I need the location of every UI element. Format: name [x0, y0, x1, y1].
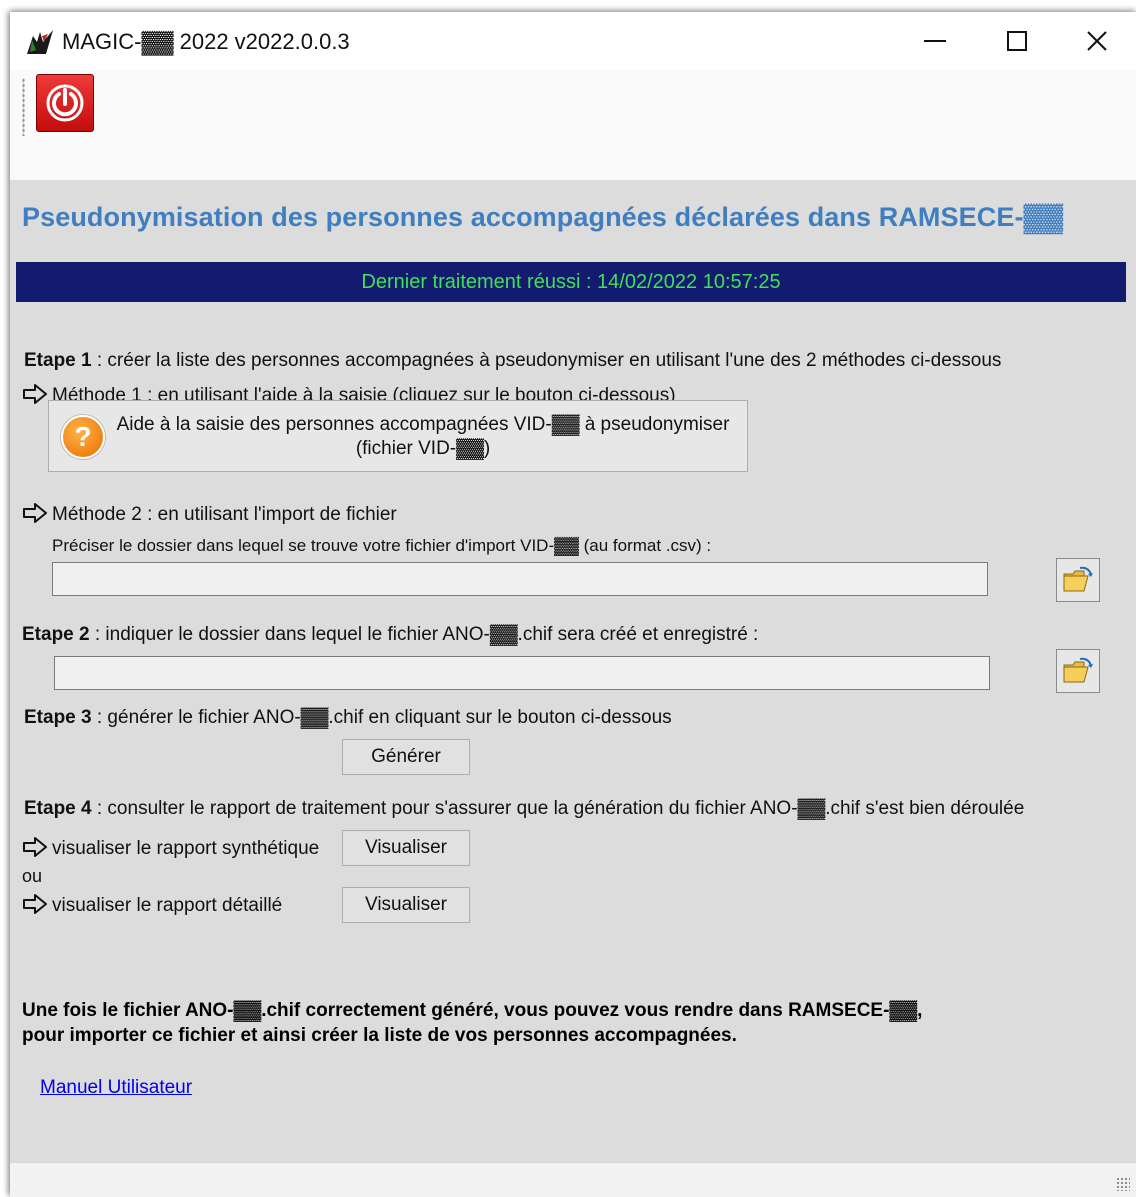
status-banner: Dernier traitement réussi : 14/02/2022 1… — [16, 262, 1126, 302]
question-icon: ? — [61, 415, 105, 459]
toolbar — [10, 70, 1136, 180]
step3-label: Etape 3 — [24, 707, 92, 728]
app-window: MAGIC-▓▓ 2022 v2022.0.0.3 Pseudonymisati… — [10, 12, 1136, 1197]
arrow-right-icon — [23, 384, 47, 404]
minimize-button[interactable] — [904, 20, 966, 62]
user-manual-link[interactable]: Manuel Utilisateur — [40, 1077, 192, 1099]
aide-saisie-label-line1: Aide à la saisie des personnes accompagn… — [116, 414, 730, 435]
aide-saisie-button[interactable]: ? Aide à la saisie des personnes accompa… — [48, 400, 748, 472]
method2-line: Méthode 2 : en utilisant l'import de fic… — [22, 503, 397, 526]
method2-hint: Préciser le dossier dans lequel se trouv… — [52, 536, 712, 555]
import-folder-input[interactable] — [52, 562, 988, 596]
open-folder-icon — [1063, 657, 1093, 683]
step4-text: : consulter le rapport de traitement pou… — [91, 798, 1025, 819]
main-panel: Pseudonymisation des personnes accompagn… — [10, 180, 1136, 1162]
step3-line: Etape 3 : générer le fichier ANO-▓▓.chif… — [24, 707, 672, 729]
window-title: MAGIC-▓▓ 2022 v2022.0.0.3 — [62, 29, 350, 54]
step4-line: Etape 4 : consulter le rapport de traite… — [24, 798, 1024, 820]
aide-saisie-label-line2: (fichier VID-▓▓) — [355, 438, 491, 459]
title-bar: MAGIC-▓▓ 2022 v2022.0.0.3 — [10, 12, 1136, 70]
step2-text: : indiquer le dossier dans lequel le fic… — [89, 624, 759, 645]
generate-button[interactable]: Générer — [342, 739, 470, 775]
browse-import-folder-button[interactable] — [1056, 558, 1100, 602]
arrow-right-icon — [23, 894, 47, 914]
open-folder-icon — [1063, 566, 1093, 592]
arrow-right-icon — [23, 837, 47, 857]
step2-line: Etape 2 : indiquer le dossier dans leque… — [22, 624, 758, 646]
final-note: Une fois le fichier ANO-▓▓.chif correcte… — [22, 998, 922, 1048]
view-detailed-report-button[interactable]: Visualiser — [342, 887, 470, 923]
app-logo-icon — [27, 30, 53, 54]
step2-label: Etape 2 — [22, 624, 90, 645]
output-folder-input[interactable] — [54, 656, 990, 690]
or-text: ou — [22, 866, 43, 886]
resize-grip[interactable] — [1116, 1177, 1130, 1191]
aide-saisie-label: Aide à la saisie des personnes accompagn… — [109, 413, 737, 461]
final-note-line2: pour importer ce fichier et ainsi créer … — [22, 1025, 737, 1046]
power-icon — [46, 84, 84, 122]
page-title: Pseudonymisation des personnes accompagn… — [22, 202, 1064, 232]
report-synth-line: visualiser le rapport synthétique — [22, 837, 319, 860]
maximize-icon — [1007, 31, 1027, 51]
power-button[interactable] — [36, 74, 94, 132]
step1-line: Etape 1 : créer la liste des personnes a… — [24, 350, 1001, 372]
report-synth-text: visualiser le rapport synthétique — [52, 838, 320, 859]
report-detail-text: visualiser le rapport détaillé — [52, 895, 283, 916]
method2-text: Méthode 2 : en utilisant l'import de fic… — [52, 504, 397, 525]
report-detail-line: visualiser le rapport détaillé — [22, 894, 282, 917]
view-synthetic-report-button[interactable]: Visualiser — [342, 830, 470, 866]
minimize-icon — [924, 40, 946, 42]
close-icon — [1087, 31, 1107, 51]
maximize-button[interactable] — [986, 20, 1048, 62]
step3-text: : générer le fichier ANO-▓▓.chif en cliq… — [91, 707, 672, 728]
step4-label: Etape 4 — [24, 798, 92, 819]
final-note-line1: Une fois le fichier ANO-▓▓.chif correcte… — [22, 1000, 923, 1021]
status-bar — [10, 1162, 1136, 1197]
browse-output-folder-button[interactable] — [1056, 649, 1100, 693]
arrow-right-icon — [23, 503, 47, 523]
toolbar-grip[interactable] — [22, 78, 25, 136]
step1-label: Etape 1 — [24, 350, 92, 371]
step1-text: : créer la liste des personnes accompagn… — [91, 350, 1002, 371]
close-button[interactable] — [1066, 20, 1128, 62]
